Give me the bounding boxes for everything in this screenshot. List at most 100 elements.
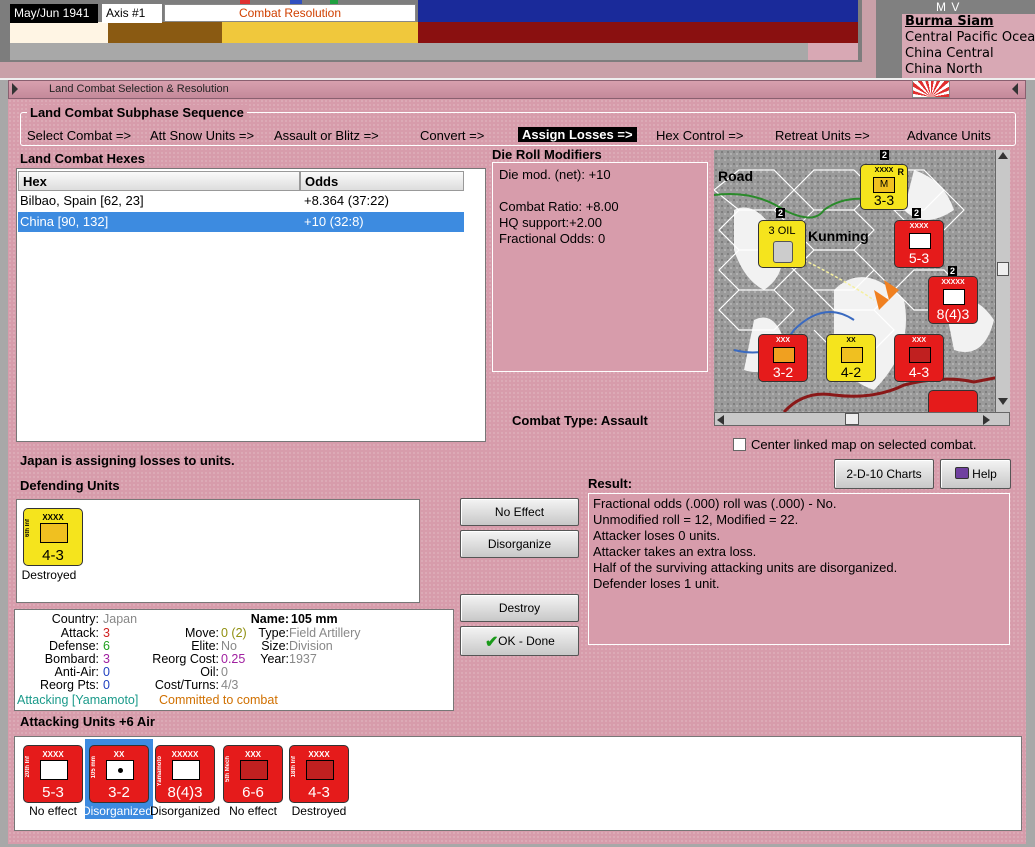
attacking-unit[interactable]: XXX 5th Mech 6-6: [223, 745, 283, 803]
result-title: Result:: [588, 476, 633, 491]
charts-button[interactable]: 2-D-10 Charts: [834, 459, 934, 489]
left-arrow-icon[interactable]: [12, 83, 18, 95]
map-unit[interactable]: XXXX 5-3: [894, 220, 944, 268]
info-defense: 6: [103, 639, 110, 653]
scroll-thumb[interactable]: [997, 262, 1009, 276]
scroll-right-icon[interactable]: [983, 415, 990, 425]
hex-map[interactable]: Road Kunming XXXX R M 3-3 3 OIL XXXX 5-3…: [714, 150, 1010, 412]
region-item[interactable]: Burma Siam: [905, 14, 1035, 30]
destroy-button[interactable]: Destroy: [460, 594, 579, 622]
col-header-odds[interactable]: Odds: [300, 171, 464, 191]
seq-step: Retreat Units =>: [775, 128, 870, 143]
result-panel: Fractional odds (.000) roll was (.000) -…: [588, 493, 1010, 645]
region-item[interactable]: China Central: [905, 46, 1035, 62]
info-size: Division: [289, 639, 333, 653]
ok-done-button[interactable]: ✔ OK - Done: [460, 626, 579, 656]
right-arrow-icon[interactable]: [1012, 83, 1018, 95]
result-line: Unmodified roll = 12, Modified = 22.: [593, 512, 799, 527]
unit-name: 6th Inf: [25, 519, 31, 537]
region-item[interactable]: Central Pacific Ocean: [905, 30, 1035, 46]
info-attacking: Attacking [Yamamoto]: [17, 693, 139, 707]
seq-step: Advance Units: [907, 128, 991, 143]
map-unit-partial[interactable]: [928, 390, 978, 412]
seq-step: Select Combat =>: [27, 128, 132, 143]
oil-barrels-icon: [773, 241, 793, 263]
unit-size: XXXX: [42, 750, 64, 759]
info-key: Elite:: [191, 639, 219, 653]
unit-size: XXXXX: [941, 279, 965, 286]
stack-count: 2: [912, 208, 922, 218]
result-line: Half of the surviving attacking units ar…: [593, 560, 898, 575]
result-line: Fractional odds (.000) roll was (.000) -…: [593, 496, 837, 511]
unit-size: XXX: [244, 750, 261, 759]
no-effect-button[interactable]: No Effect: [460, 498, 579, 526]
center-linked-checkbox[interactable]: [733, 438, 746, 451]
map-vertical-scrollbar[interactable]: [995, 150, 1010, 412]
attacking-unit[interactable]: XXXX 18th Inf 4-3: [289, 745, 349, 803]
region-list[interactable]: Burma Siam Central Pacific Ocean China C…: [902, 14, 1035, 80]
attacking-unit[interactable]: XXXXX Yamamoto 8(4)3: [155, 745, 215, 803]
map-unit[interactable]: 3 OIL: [758, 220, 806, 268]
map-label-road: Road: [718, 168, 753, 184]
scroll-down-icon[interactable]: [998, 398, 1008, 405]
map-horizontal-scrollbar[interactable]: [714, 412, 1010, 426]
stack-count: 2: [776, 208, 786, 218]
table-row[interactable]: Bilbao, Spain [62, 23] +8.364 (37:22): [18, 191, 464, 211]
col-header-hex[interactable]: Hex: [18, 171, 300, 191]
disorganize-button[interactable]: Disorganize: [460, 530, 579, 558]
hexes-title: Land Combat Hexes: [20, 151, 145, 166]
window-title: Land Combat Selection & Resolution: [8, 80, 1026, 99]
scroll-thumb[interactable]: [845, 413, 859, 425]
die-line: Die mod. (net): +10: [499, 167, 611, 182]
unit-status: Destroyed: [291, 804, 347, 818]
hexes-table: Hex Odds Bilbao, Spain [62, 23] +8.364 (…: [16, 168, 486, 442]
sequence-title: Land Combat Subphase Sequence: [27, 105, 247, 120]
table-row-selected[interactable]: China [90, 132] +10 (32:8): [18, 212, 464, 232]
seq-step: Assault or Blitz =>: [274, 128, 379, 143]
mv-label: M V: [936, 0, 961, 14]
map-unit[interactable]: XXX 4-3: [894, 334, 944, 382]
help-label: Help: [972, 467, 997, 481]
unit-info-box: Country: Japan Attack: 3 Defense: 6 Bomb…: [14, 609, 454, 711]
hex-cell: China [90, 132]: [20, 214, 109, 229]
unit-strength: 3-2: [772, 364, 794, 380]
info-name: 105 mm: [291, 612, 338, 626]
infantry-symbol-icon: [909, 233, 931, 249]
info-key: Anti-Air:: [54, 665, 99, 679]
map-unit[interactable]: XX 4-2: [826, 334, 876, 382]
die-roll-panel: Die mod. (net): +10 Combat Ratio: +8.00 …: [492, 162, 708, 372]
axis-turn-display: Axis #1: [102, 4, 162, 23]
map-unit[interactable]: XXXX R M 3-3: [860, 164, 908, 210]
unit-strength: 5-3: [908, 250, 930, 266]
attacking-units-box: XXXX 20th Inf 5-3 No effect XX 105 mm 3-…: [14, 736, 1022, 831]
map-unit[interactable]: XXXXX 8(4)3: [928, 276, 978, 324]
unit-size: XXXX: [909, 223, 929, 230]
assign-message: Japan is assigning losses to units.: [20, 453, 235, 468]
map-label-kunming: Kunming: [808, 228, 869, 244]
die-line: HQ support:+2.00: [499, 215, 602, 230]
unit-strength: 6-6: [242, 784, 264, 801]
defending-title: Defending Units: [20, 478, 120, 493]
die-line: Combat Ratio: +8.00: [499, 199, 619, 214]
map-unit[interactable]: XXX 3-2: [758, 334, 808, 382]
info-reorg: 0: [103, 678, 110, 692]
defending-unit[interactable]: XXXX 6th Inf 4-3: [23, 508, 83, 566]
attacking-unit[interactable]: XXXX 20th Inf 5-3: [23, 745, 83, 803]
help-button[interactable]: Help: [940, 459, 1011, 489]
region-item[interactable]: China North: [905, 62, 1035, 78]
info-year: 1937: [289, 652, 317, 666]
unit-name: 105 mm: [91, 756, 97, 779]
unit-name: 18th Inf: [291, 756, 297, 778]
info-country: Japan: [103, 612, 138, 626]
unit-size: XXXXX: [171, 750, 199, 759]
attacking-unit-selected[interactable]: XX 105 mm 3-2: [89, 745, 149, 803]
scroll-left-icon[interactable]: [717, 415, 724, 425]
info-key: Size:: [261, 639, 289, 653]
info-attack: 3: [103, 626, 110, 640]
unit-name: 20th Inf: [25, 756, 31, 778]
hex-cell: Bilbao, Spain [62, 23]: [20, 193, 144, 208]
infantry-symbol-icon: [172, 760, 200, 780]
infantry-symbol-icon: [40, 523, 68, 543]
scroll-up-icon[interactable]: [998, 152, 1008, 159]
defending-units-box: XXXX 6th Inf 4-3 Destroyed: [16, 499, 420, 603]
